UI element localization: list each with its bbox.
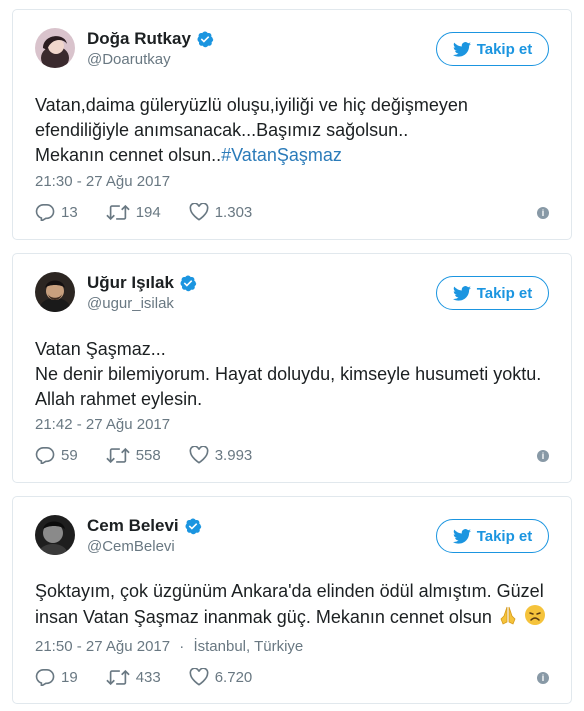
info-icon[interactable]: i — [537, 450, 549, 462]
tweet-timestamp[interactable]: 21:42 - 27 Ağu 2017 — [35, 416, 170, 433]
tweet-location[interactable]: İstanbul, Türkiye — [193, 638, 303, 655]
display-name[interactable]: Uğur Işılak — [87, 273, 174, 293]
display-name[interactable]: Doğa Rutkay — [87, 29, 191, 49]
retweet-count: 558 — [135, 446, 161, 464]
tweet-actions: 59 558 3.993 — [35, 446, 280, 464]
tweet-timestamp[interactable]: 21:30 - 27 Ağu 2017 — [35, 173, 170, 190]
disappointed-face-emoji-icon — [524, 605, 545, 625]
reply-count: 19 — [61, 668, 78, 686]
like-button[interactable]: 3.993 — [189, 446, 253, 464]
like-count: 1.303 — [214, 203, 253, 221]
verified-badge-icon — [196, 30, 214, 48]
reply-button[interactable]: 19 — [35, 668, 78, 686]
hashtag-link[interactable]: #VatanŞaşmaz — [221, 145, 342, 165]
retweet-count: 194 — [135, 203, 161, 221]
twitter-bird-icon — [453, 529, 471, 544]
folded-hands-emoji-icon — [500, 606, 516, 625]
reply-count: 59 — [61, 446, 78, 464]
info-icon[interactable]: i — [537, 207, 549, 219]
avatar[interactable] — [35, 272, 75, 312]
like-count: 3.993 — [214, 446, 253, 464]
tweet-text-line: Vatan,daima güleryüzlü oluşu,iyiliği ve … — [35, 95, 468, 115]
retweet-count: 433 — [135, 668, 161, 686]
follow-label: Takip et — [476, 284, 533, 302]
user-info: Doğa Rutkay @Doarutkay — [87, 28, 214, 68]
verified-badge-icon — [179, 274, 197, 292]
tweet-text-line: Mekanın cennet olsun.. — [35, 145, 222, 165]
tweet-meta: 21:50 - 27 Ağu 2017 · İstanbul, Türkiye — [35, 638, 303, 655]
retweet-button[interactable]: 433 — [106, 669, 161, 686]
follow-button[interactable]: Takip et — [436, 519, 549, 553]
retweet-button[interactable]: 558 — [106, 447, 161, 464]
like-count: 6.720 — [214, 668, 253, 686]
retweet-icon — [106, 669, 130, 686]
tweet-actions: 13 194 1.303 — [35, 203, 280, 221]
retweet-icon — [106, 204, 130, 221]
reply-count: 13 — [61, 203, 78, 221]
reply-button[interactable]: 13 — [35, 203, 78, 221]
tweet-card: Uğur Işılak @ugur_isilak Takip et Vatan … — [12, 253, 572, 483]
tweet-text-line: Allah rahmet eylesin. — [35, 389, 203, 409]
verified-badge-icon — [184, 517, 202, 535]
follow-button[interactable]: Takip et — [436, 32, 549, 66]
avatar[interactable] — [35, 28, 75, 68]
like-button[interactable]: 6.720 — [189, 668, 253, 686]
retweet-icon — [106, 447, 130, 464]
follow-label: Takip et — [476, 40, 533, 58]
user-handle[interactable]: @ugur_isilak — [87, 295, 197, 312]
like-button[interactable]: 1.303 — [189, 203, 253, 221]
tweet-text-line: Şoktayım, çok üzgünüm Ankara'da elinden … — [35, 581, 544, 601]
tweet-actions: 19 433 6.720 — [35, 668, 280, 686]
reply-button[interactable]: 59 — [35, 446, 78, 464]
tweet-card: Doğa Rutkay @Doarutkay Takip et Vatan,da… — [12, 9, 572, 240]
heart-icon — [189, 446, 209, 464]
avatar[interactable] — [35, 515, 75, 555]
tweet-timestamp[interactable]: 21:50 - 27 Ağu 2017 — [35, 638, 170, 655]
tweet-text-line: insan Vatan Şaşmaz inanmak güç. Mekanın … — [35, 607, 492, 627]
tweet-text-line: Vatan Şaşmaz... — [35, 339, 166, 359]
reply-icon — [35, 446, 55, 464]
user-info: Uğur Işılak @ugur_isilak — [87, 272, 197, 312]
info-icon[interactable]: i — [537, 672, 549, 684]
twitter-bird-icon — [453, 286, 471, 301]
tweet-text-line: Ne denir bilemiyorum. Hayat doluydu, kim… — [35, 364, 542, 384]
heart-icon — [189, 668, 209, 686]
reply-icon — [35, 203, 55, 221]
user-handle[interactable]: @Doarutkay — [87, 51, 214, 68]
user-handle[interactable]: @CemBelevi — [87, 538, 202, 555]
meta-separator: · — [179, 638, 185, 655]
tweet-text: Vatan Şaşmaz... Ne denir bilemiyorum. Ha… — [35, 337, 553, 412]
tweet-card: Cem Belevi @CemBelevi Takip et Şoktayım,… — [12, 496, 572, 704]
tweet-text: Vatan,daima güleryüzlü oluşu,iyiliği ve … — [35, 93, 553, 168]
tweet-text-line: efendiliğiyle anımsanacak...Başımız sağo… — [35, 120, 409, 140]
twitter-bird-icon — [453, 42, 471, 57]
user-info: Cem Belevi @CemBelevi — [87, 515, 202, 555]
follow-button[interactable]: Takip et — [436, 276, 549, 310]
follow-label: Takip et — [476, 527, 533, 545]
tweet-text: Şoktayım, çok üzgünüm Ankara'da elinden … — [35, 579, 553, 630]
retweet-button[interactable]: 194 — [106, 204, 161, 221]
reply-icon — [35, 668, 55, 686]
heart-icon — [189, 203, 209, 221]
display-name[interactable]: Cem Belevi — [87, 516, 179, 536]
